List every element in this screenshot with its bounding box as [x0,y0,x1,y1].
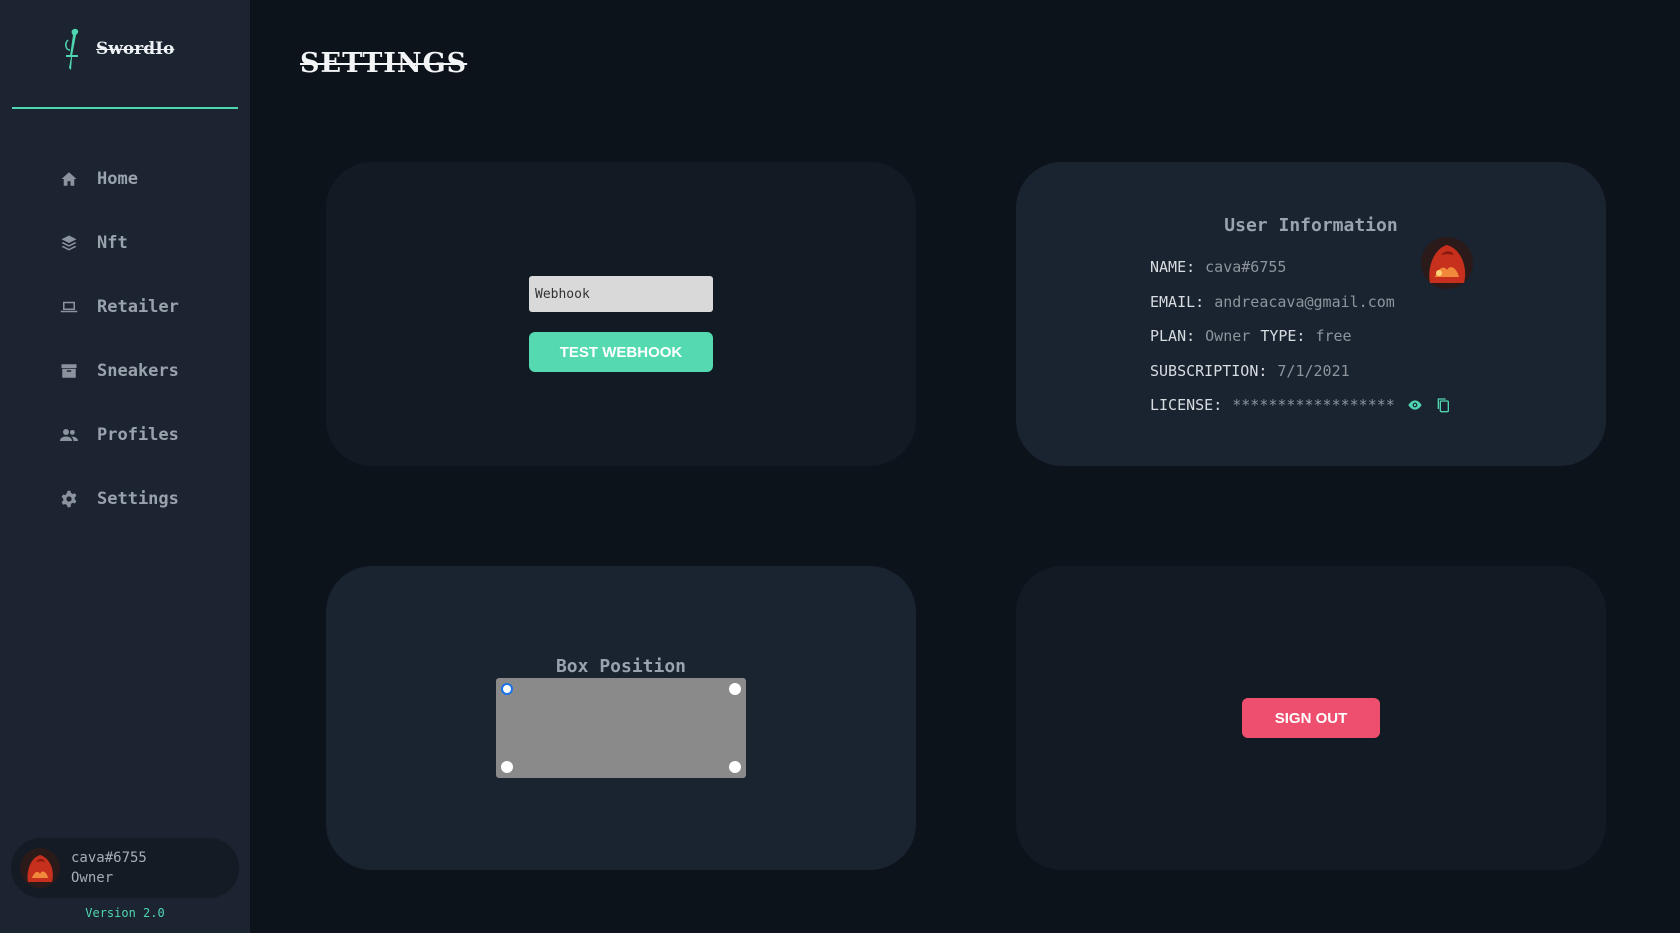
box-position-picker [496,678,746,778]
sidebar-item-nft[interactable]: Nft [0,211,250,275]
sidebar-nav: Home Nft Retailer Sneakers Profiles Sett… [0,147,250,531]
plan-label: PLAN: [1150,327,1196,346]
user-name-row: NAME: cava#6755 [1150,250,1451,285]
laptop-icon [60,298,78,316]
user-plan-row: PLAN: Owner TYPE: free [1150,319,1451,354]
sidebar-item-label: Nft [97,233,128,253]
signout-card: SIGN OUT [1016,566,1606,870]
sidebar-item-label: Settings [97,489,179,509]
sidebar-item-retailer[interactable]: Retailer [0,275,250,339]
webhook-card: TEST WEBHOOK [326,162,916,466]
page-title: SETTINGS [300,48,468,79]
user-subscription-row: SUBSCRIPTION: 7/1/2021 [1150,354,1451,389]
position-radio-bottom-left[interactable] [501,761,513,773]
email-label: EMAIL: [1150,292,1205,311]
sidebar-user-card[interactable]: cava#6755 Owner [11,838,239,898]
user-info-card: User Information NAME: cava#6755 EMAIL: … [1016,162,1606,466]
sidebar-item-label: Home [97,169,138,189]
sidebar-item-sneakers[interactable]: Sneakers [0,339,250,403]
brand-divider [12,107,238,109]
sidebar-item-label: Retailer [97,297,179,317]
brand-name: SwordIo [96,39,175,59]
plan-value: Owner [1205,327,1251,346]
sidebar-item-label: Profiles [97,425,179,445]
subscription-value: 7/1/2021 [1277,361,1350,380]
sidebar-item-home[interactable]: Home [0,147,250,211]
webhook-input[interactable] [529,276,713,312]
app-version: Version 2.0 [85,906,165,920]
type-value: free [1315,327,1352,346]
name-value: cava#6755 [1205,258,1287,277]
sidebar-item-settings[interactable]: Settings [0,467,250,531]
license-label: LICENSE: [1150,396,1223,415]
license-value: ****************** [1232,396,1395,415]
email-value: andreacava@gmail.com [1214,292,1395,311]
position-radio-bottom-right[interactable] [729,761,741,773]
archive-box-icon [60,362,78,380]
layers-icon [60,234,78,252]
home-icon [60,170,78,188]
gear-icon [60,490,78,508]
copy-icon[interactable] [1435,397,1451,413]
box-position-card: Box Position [326,566,916,870]
user-license-row: LICENSE: ****************** [1150,388,1451,423]
sign-out-button[interactable]: SIGN OUT [1242,698,1380,738]
sword-logo-icon [65,28,79,70]
subscription-label: SUBSCRIPTION: [1150,361,1268,380]
user-info-title: User Information [1224,215,1398,236]
sidebar-user-role: Owner [71,870,114,886]
position-radio-top-left[interactable] [501,683,513,695]
box-position-title: Box Position [555,656,687,677]
avatar [20,848,60,888]
sidebar-username: cava#6755 [71,850,147,866]
users-icon [60,426,78,444]
user-email-row: EMAIL: andreacava@gmail.com [1150,285,1451,320]
type-label: TYPE: [1260,327,1306,346]
name-label: NAME: [1150,258,1196,277]
sidebar-item-label: Sneakers [97,361,179,381]
test-webhook-button[interactable]: TEST WEBHOOK [529,332,713,372]
position-radio-top-right[interactable] [729,683,741,695]
eye-icon[interactable] [1407,397,1423,413]
brand[interactable]: SwordIo [58,26,174,72]
sidebar-item-profiles[interactable]: Profiles [0,403,250,467]
sidebar: SwordIo Home Nft Retailer Sneakers Profi… [0,0,250,933]
